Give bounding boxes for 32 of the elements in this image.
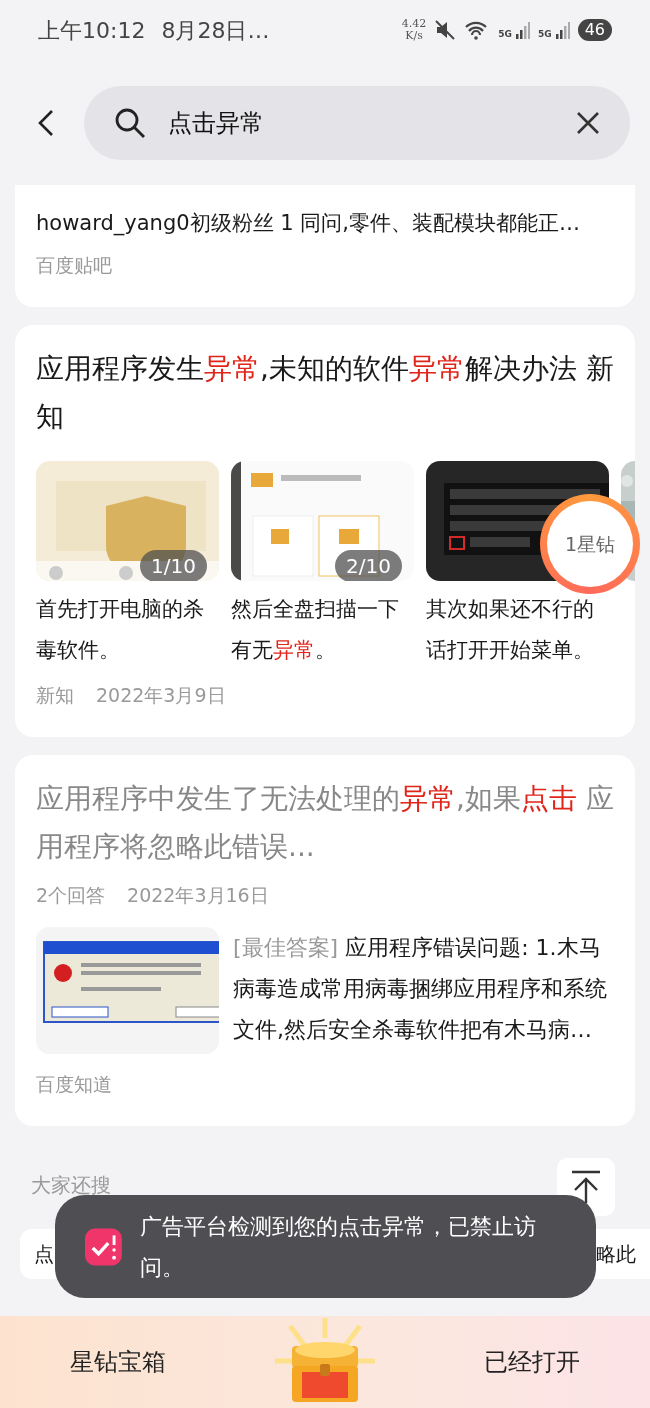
source-label: 百度知道 [36,1072,113,1097]
image-counter: 1/10 [140,550,207,581]
image-counter: 2/10 [335,550,402,581]
search-field[interactable]: 点击异常 [84,85,630,160]
answer-count: 2个回答 [36,883,106,908]
image-caption: 首先打开电脑的杀毒软件。 [36,596,205,664]
battery-level: 46 [577,19,612,41]
status-date: 8月28日… [161,16,270,45]
answer-text: [最佳答案] 应用程序错误问题: 1.木马病毒造成常用病毒捆绑应用程序和系统文件,然后安全杀毒软件把有木马病… [233,934,608,1044]
toast-text: 广告平台检测到您的点击异常，已禁止访问。 [139,1212,537,1282]
result-title[interactable]: 应用程序中发生了无法处理的异常,如果点击 应用程序将忽略此错误... [36,775,614,871]
banner-status: 已经打开 [484,1347,580,1378]
result-title[interactable]: 应用程序发生异常,未知的软件异常解决办法 新知 [36,345,614,441]
related-search-chip[interactable]: 略此 [594,1229,650,1279]
result-card[interactable]: 应用程序中发生了无法处理的异常,如果点击 应用程序将忽略此错误... 2个回答 2022年3月16日 [最佳答案] 应用程序错误问题: 1.木马病毒造成常用病毒捆绑应用程序和系统文件,然后安全杀毒软件把有木马病… 百度知道 [15,755,635,1126]
network-type: 5G [538,30,552,39]
image-caption: 其次如果还不行的话打开开始菜单。 [426,596,595,664]
result-card[interactable]: howard_yang0初级粉丝 1 同问,零件、装配模块都能正… 百度贴吧 [15,185,635,307]
status-time: 上午10:12 [38,16,146,45]
source-label: 新知 [36,683,74,708]
banner-label: 星钻宝箱 [70,1347,166,1378]
date-label: 2022年3月9日 [96,683,226,708]
source-label: 百度贴吧 [36,253,113,278]
section-title: 大家还搜 [31,1172,111,1199]
search-input[interactable]: 点击异常 [168,104,554,141]
image-caption: 然后全盘扫描一下有无异常。 [231,596,400,664]
network-speed: 4.42 K/s [401,18,427,42]
snippet-text: howard_yang0初级粉丝 1 同问,零件、装配模块都能正… [36,210,581,238]
related-search-chip[interactable]: 点 [20,1229,56,1279]
network-type: 5G [498,30,512,39]
reward-banner[interactable]: 星钻宝箱 已经打开 [0,1316,650,1408]
date-label: 2022年3月16日 [127,883,269,908]
